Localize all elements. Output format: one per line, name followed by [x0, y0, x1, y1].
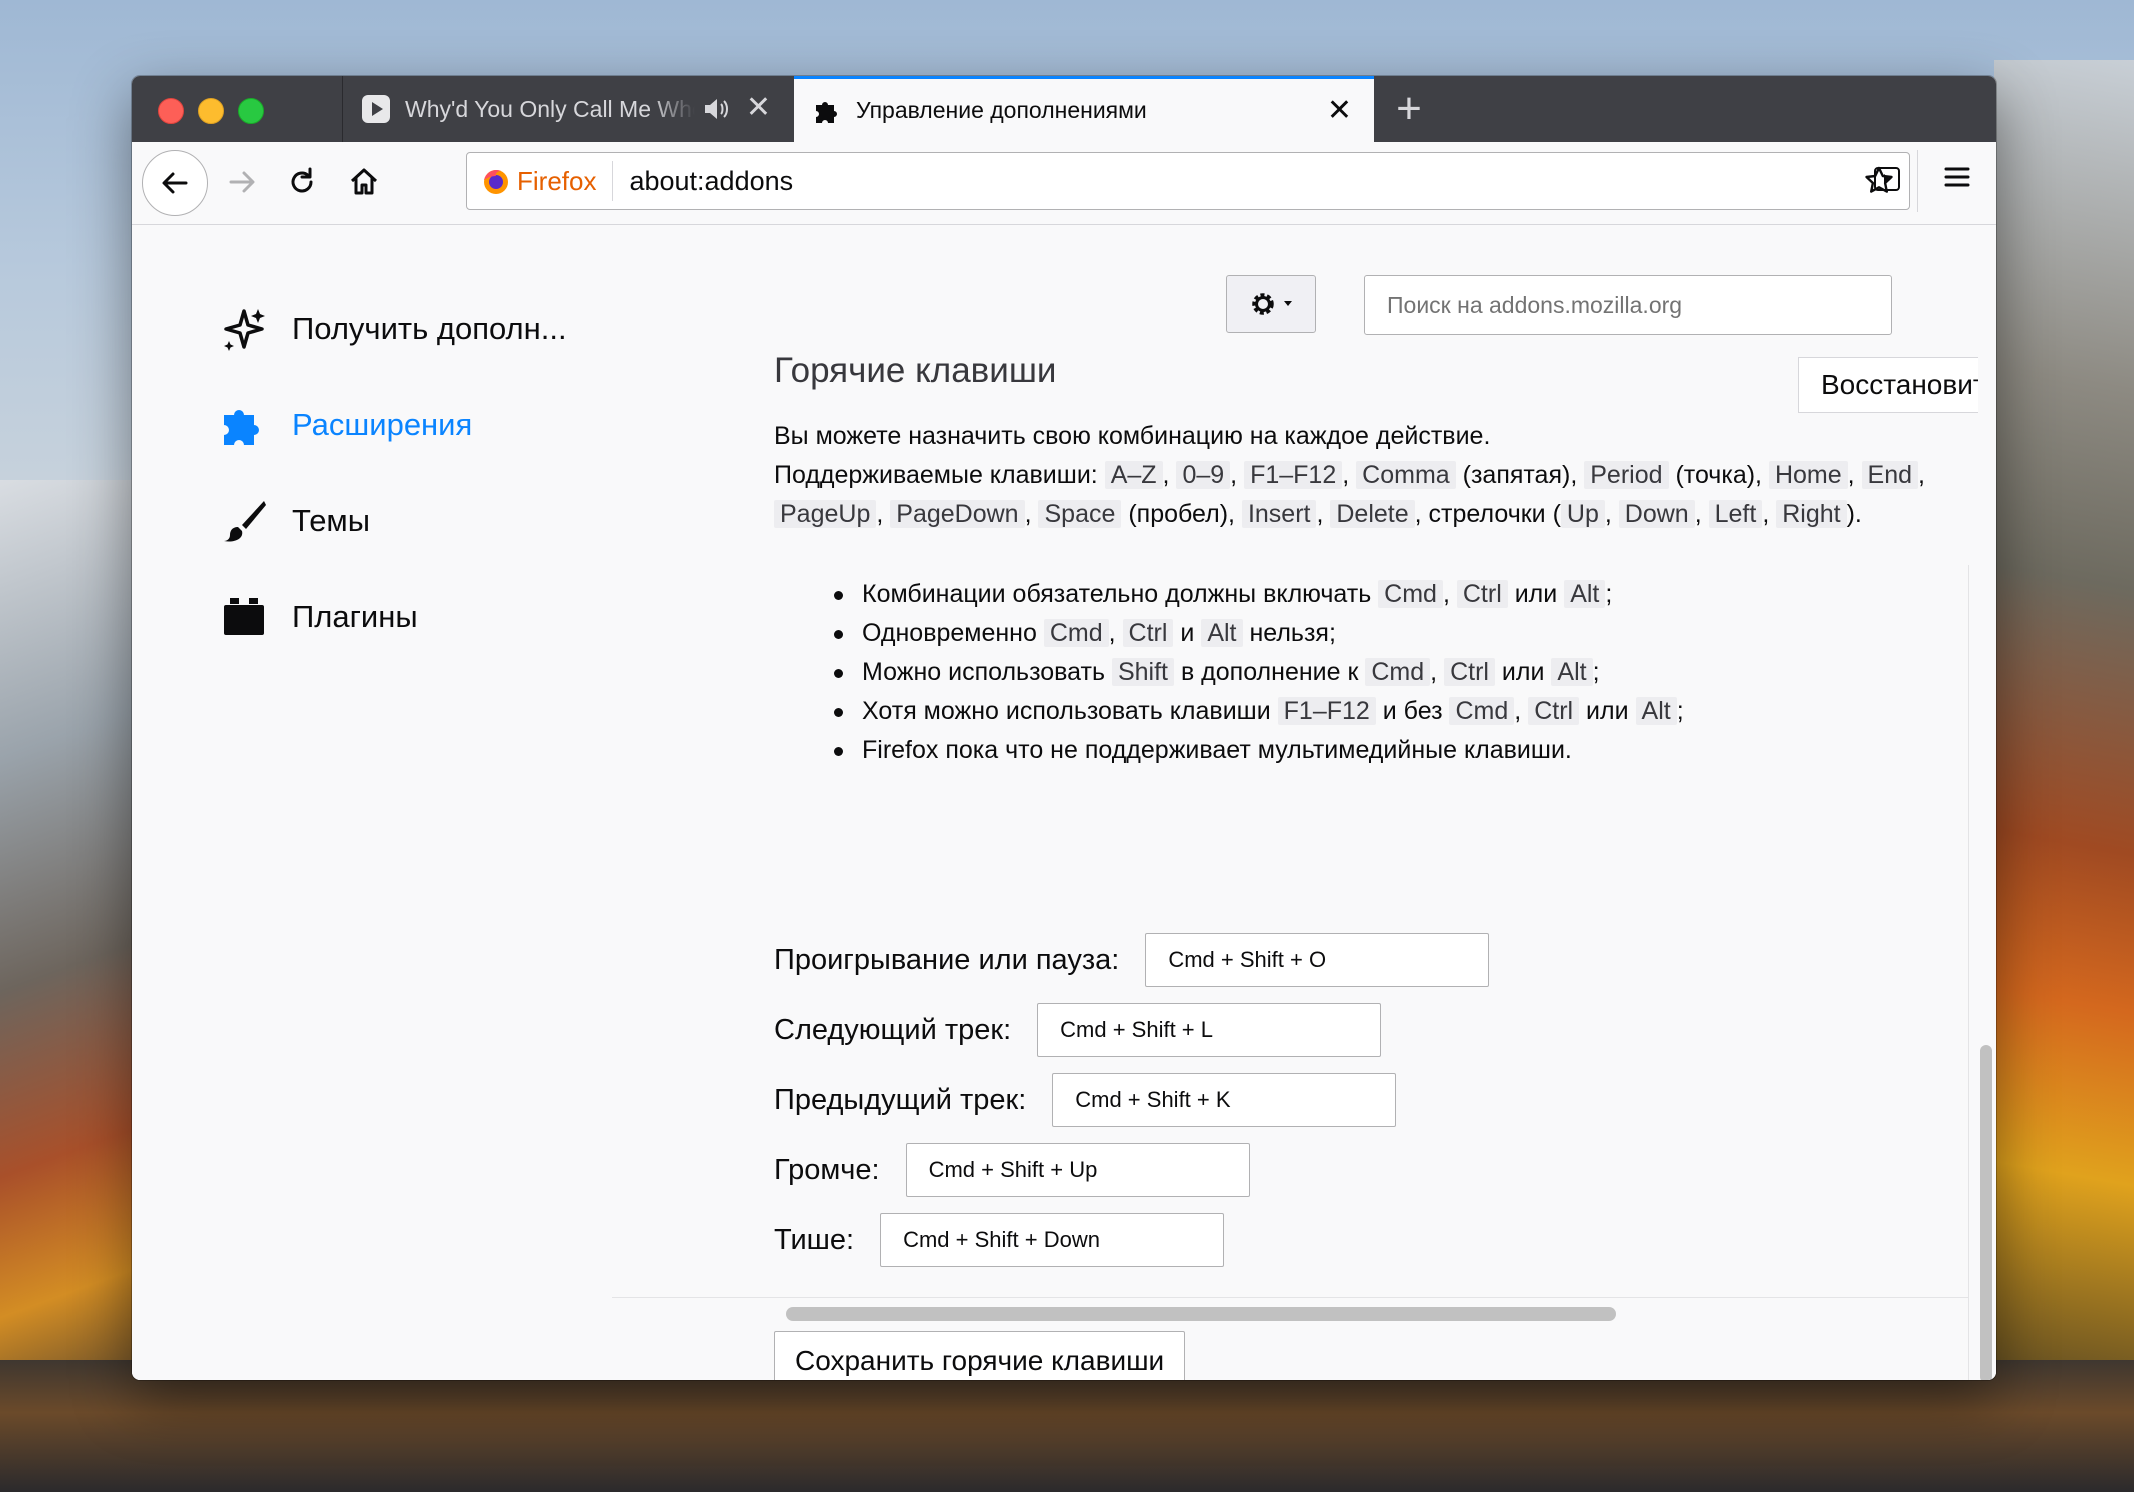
url-text[interactable]: about:addons	[629, 166, 793, 197]
category-extensions[interactable]: Расширения	[218, 397, 598, 453]
list-item: Одновременно Cmd, Ctrl и Alt нельзя;	[832, 614, 1684, 653]
tools-menu-button[interactable]	[1226, 275, 1316, 333]
gear-icon	[1252, 293, 1292, 315]
new-tab-button[interactable]: +	[1384, 84, 1434, 134]
vertical-scrollbar[interactable]	[1980, 1045, 1992, 1380]
shortcut-input[interactable]: Cmd + Shift + L	[1037, 1003, 1382, 1057]
arrow-right-icon	[229, 171, 255, 193]
identity-label: Firefox	[517, 165, 597, 196]
restore-defaults-button[interactable]: Восстановить	[1798, 357, 1978, 413]
intro-text: Вы можете назначить свою комбинацию на к…	[774, 422, 1491, 450]
category-label: Плагины	[292, 599, 418, 634]
restore-label: Восстановить	[1821, 369, 1978, 400]
key-chip: Down	[1618, 500, 1695, 528]
shortcut-input[interactable]: Cmd + Shift + Up	[905, 1143, 1250, 1197]
desktop-wallpaper-left	[0, 480, 140, 1360]
reload-button[interactable]	[272, 152, 332, 212]
key-chip: 0–9	[1176, 461, 1231, 489]
tab-addons[interactable]: Управление дополнениями ✕	[794, 76, 1374, 142]
addons-search-input[interactable]: Поиск на addons.mozilla.org	[1364, 275, 1892, 335]
toolbar-separator	[1917, 150, 1918, 212]
sidebar-toggle-icon[interactable]	[1872, 164, 1902, 199]
shortcuts-description: Вы можете назначить свою комбинацию на к…	[774, 417, 1994, 534]
close-tab-icon[interactable]: ✕	[1327, 96, 1352, 126]
shortcut-row-next-track: Следующий трек: Cmd + Shift + L	[774, 1003, 1382, 1057]
close-window-button[interactable]	[158, 98, 184, 124]
list-item: Можно использовать Shift в дополнение к …	[832, 653, 1684, 692]
play-icon	[361, 94, 391, 124]
horizontal-scrollbar[interactable]	[786, 1307, 1616, 1321]
category-plugins[interactable]: Плагины	[218, 589, 598, 645]
page-title: Горячие клавиши	[774, 351, 1057, 390]
category-label: Получить дополн...	[292, 311, 567, 346]
sparkle-icon	[218, 303, 270, 355]
home-icon	[350, 168, 378, 195]
home-button[interactable]	[334, 152, 394, 212]
key-chip: Right	[1776, 500, 1847, 528]
hamburger-menu-icon[interactable]	[1942, 162, 1972, 197]
key-chip: Left	[1708, 500, 1763, 528]
key-chip: Insert	[1241, 500, 1317, 528]
shortcut-label: Предыдущий трек:	[774, 1083, 1027, 1116]
puzzle-icon	[812, 96, 842, 126]
shortcut-row-volume-down: Тише: Cmd + Shift + Down	[774, 1213, 1225, 1267]
key-chip: Home	[1768, 461, 1848, 489]
shortcut-label: Следующий трек:	[774, 1013, 1012, 1046]
arrow-left-icon	[162, 172, 188, 194]
category-themes[interactable]: Темы	[218, 493, 598, 549]
shortcut-row-play-pause: Проигрывание или пауза: Cmd + Shift + O	[774, 933, 1490, 987]
puzzle-icon	[218, 399, 270, 451]
rules-list: Комбинации обязательно должны включать C…	[832, 575, 1684, 770]
shortcut-input[interactable]: Cmd + Shift + O	[1145, 933, 1490, 987]
key-chip: Comma	[1356, 461, 1456, 489]
url-bar[interactable]: Firefox about:addons	[466, 152, 1910, 210]
brush-icon	[218, 495, 270, 547]
list-item: Firefox пока что не поддерживает мультим…	[832, 731, 1684, 770]
shortcut-input[interactable]: Cmd + Shift + K	[1052, 1073, 1397, 1127]
key-chip: Space	[1038, 500, 1122, 528]
reload-icon	[291, 167, 313, 193]
plugin-icon	[218, 591, 270, 643]
list-item: Комбинации обязательно должны включать C…	[832, 575, 1684, 614]
zoom-window-button[interactable]	[238, 98, 264, 124]
key-chip: A–Z	[1104, 461, 1163, 489]
key-chip: PageDown	[890, 500, 1025, 528]
tab-title: Why'd You Only Call Me When You're High?	[405, 95, 695, 122]
addons-manager: Получить дополн... Расширения Темы Плаги…	[132, 225, 1996, 1380]
list-item: Хотя можно использовать клавиши F1–F12 и…	[832, 692, 1684, 731]
shortcut-row-volume-up: Громче: Cmd + Shift + Up	[774, 1143, 1250, 1197]
key-chip: End	[1861, 461, 1919, 489]
navigation-toolbar: Firefox about:addons	[132, 142, 1996, 225]
category-list: Получить дополн... Расширения Темы Плаги…	[218, 301, 598, 685]
shortcut-row-previous-track: Предыдущий трек: Cmd + Shift + K	[774, 1073, 1397, 1127]
speaker-icon[interactable]	[701, 94, 731, 129]
desktop-wallpaper-right	[1994, 60, 2134, 1360]
shortcuts-panel: Восстановить Горячие клавиши Вы можете н…	[642, 351, 1978, 1380]
category-discover[interactable]: Получить дополн...	[218, 301, 598, 357]
back-button[interactable]	[142, 150, 208, 216]
tab-title: Управление дополнениями	[856, 97, 1147, 123]
save-shortcuts-button[interactable]: Сохранить горячие клавиши	[774, 1331, 1186, 1380]
shortcut-input[interactable]: Cmd + Shift + Down	[880, 1213, 1225, 1267]
close-tab-icon[interactable]: ✕	[746, 93, 771, 123]
key-chip: Delete	[1330, 500, 1415, 528]
tab-music[interactable]: Why'd You Only Call Me When You're High?…	[342, 76, 793, 142]
shortcut-label: Проигрывание или пауза:	[774, 943, 1120, 976]
key-chip: F1–F12	[1244, 461, 1343, 489]
category-label: Расширения	[292, 407, 473, 442]
browser-window: Why'd You Only Call Me When You're High?…	[132, 76, 1996, 1380]
key-chip: Period	[1584, 461, 1669, 489]
supported-keys: Поддерживаемые клавиши: A–Z, 0–9, F1–F12…	[774, 461, 1925, 528]
firefox-logo-icon	[484, 170, 508, 194]
search-placeholder: Поиск на addons.mozilla.org	[1387, 291, 1683, 318]
shortcut-label: Громче:	[774, 1153, 880, 1186]
category-label: Темы	[292, 503, 371, 538]
identity-box[interactable]: Firefox	[481, 161, 614, 201]
key-chip: Up	[1560, 500, 1605, 528]
key-chip: PageUp	[774, 500, 877, 528]
shortcut-label: Тише:	[774, 1223, 855, 1256]
minimize-window-button[interactable]	[198, 98, 224, 124]
tab-strip: Why'd You Only Call Me When You're High?…	[132, 76, 1996, 142]
forward-button[interactable]	[212, 152, 272, 212]
